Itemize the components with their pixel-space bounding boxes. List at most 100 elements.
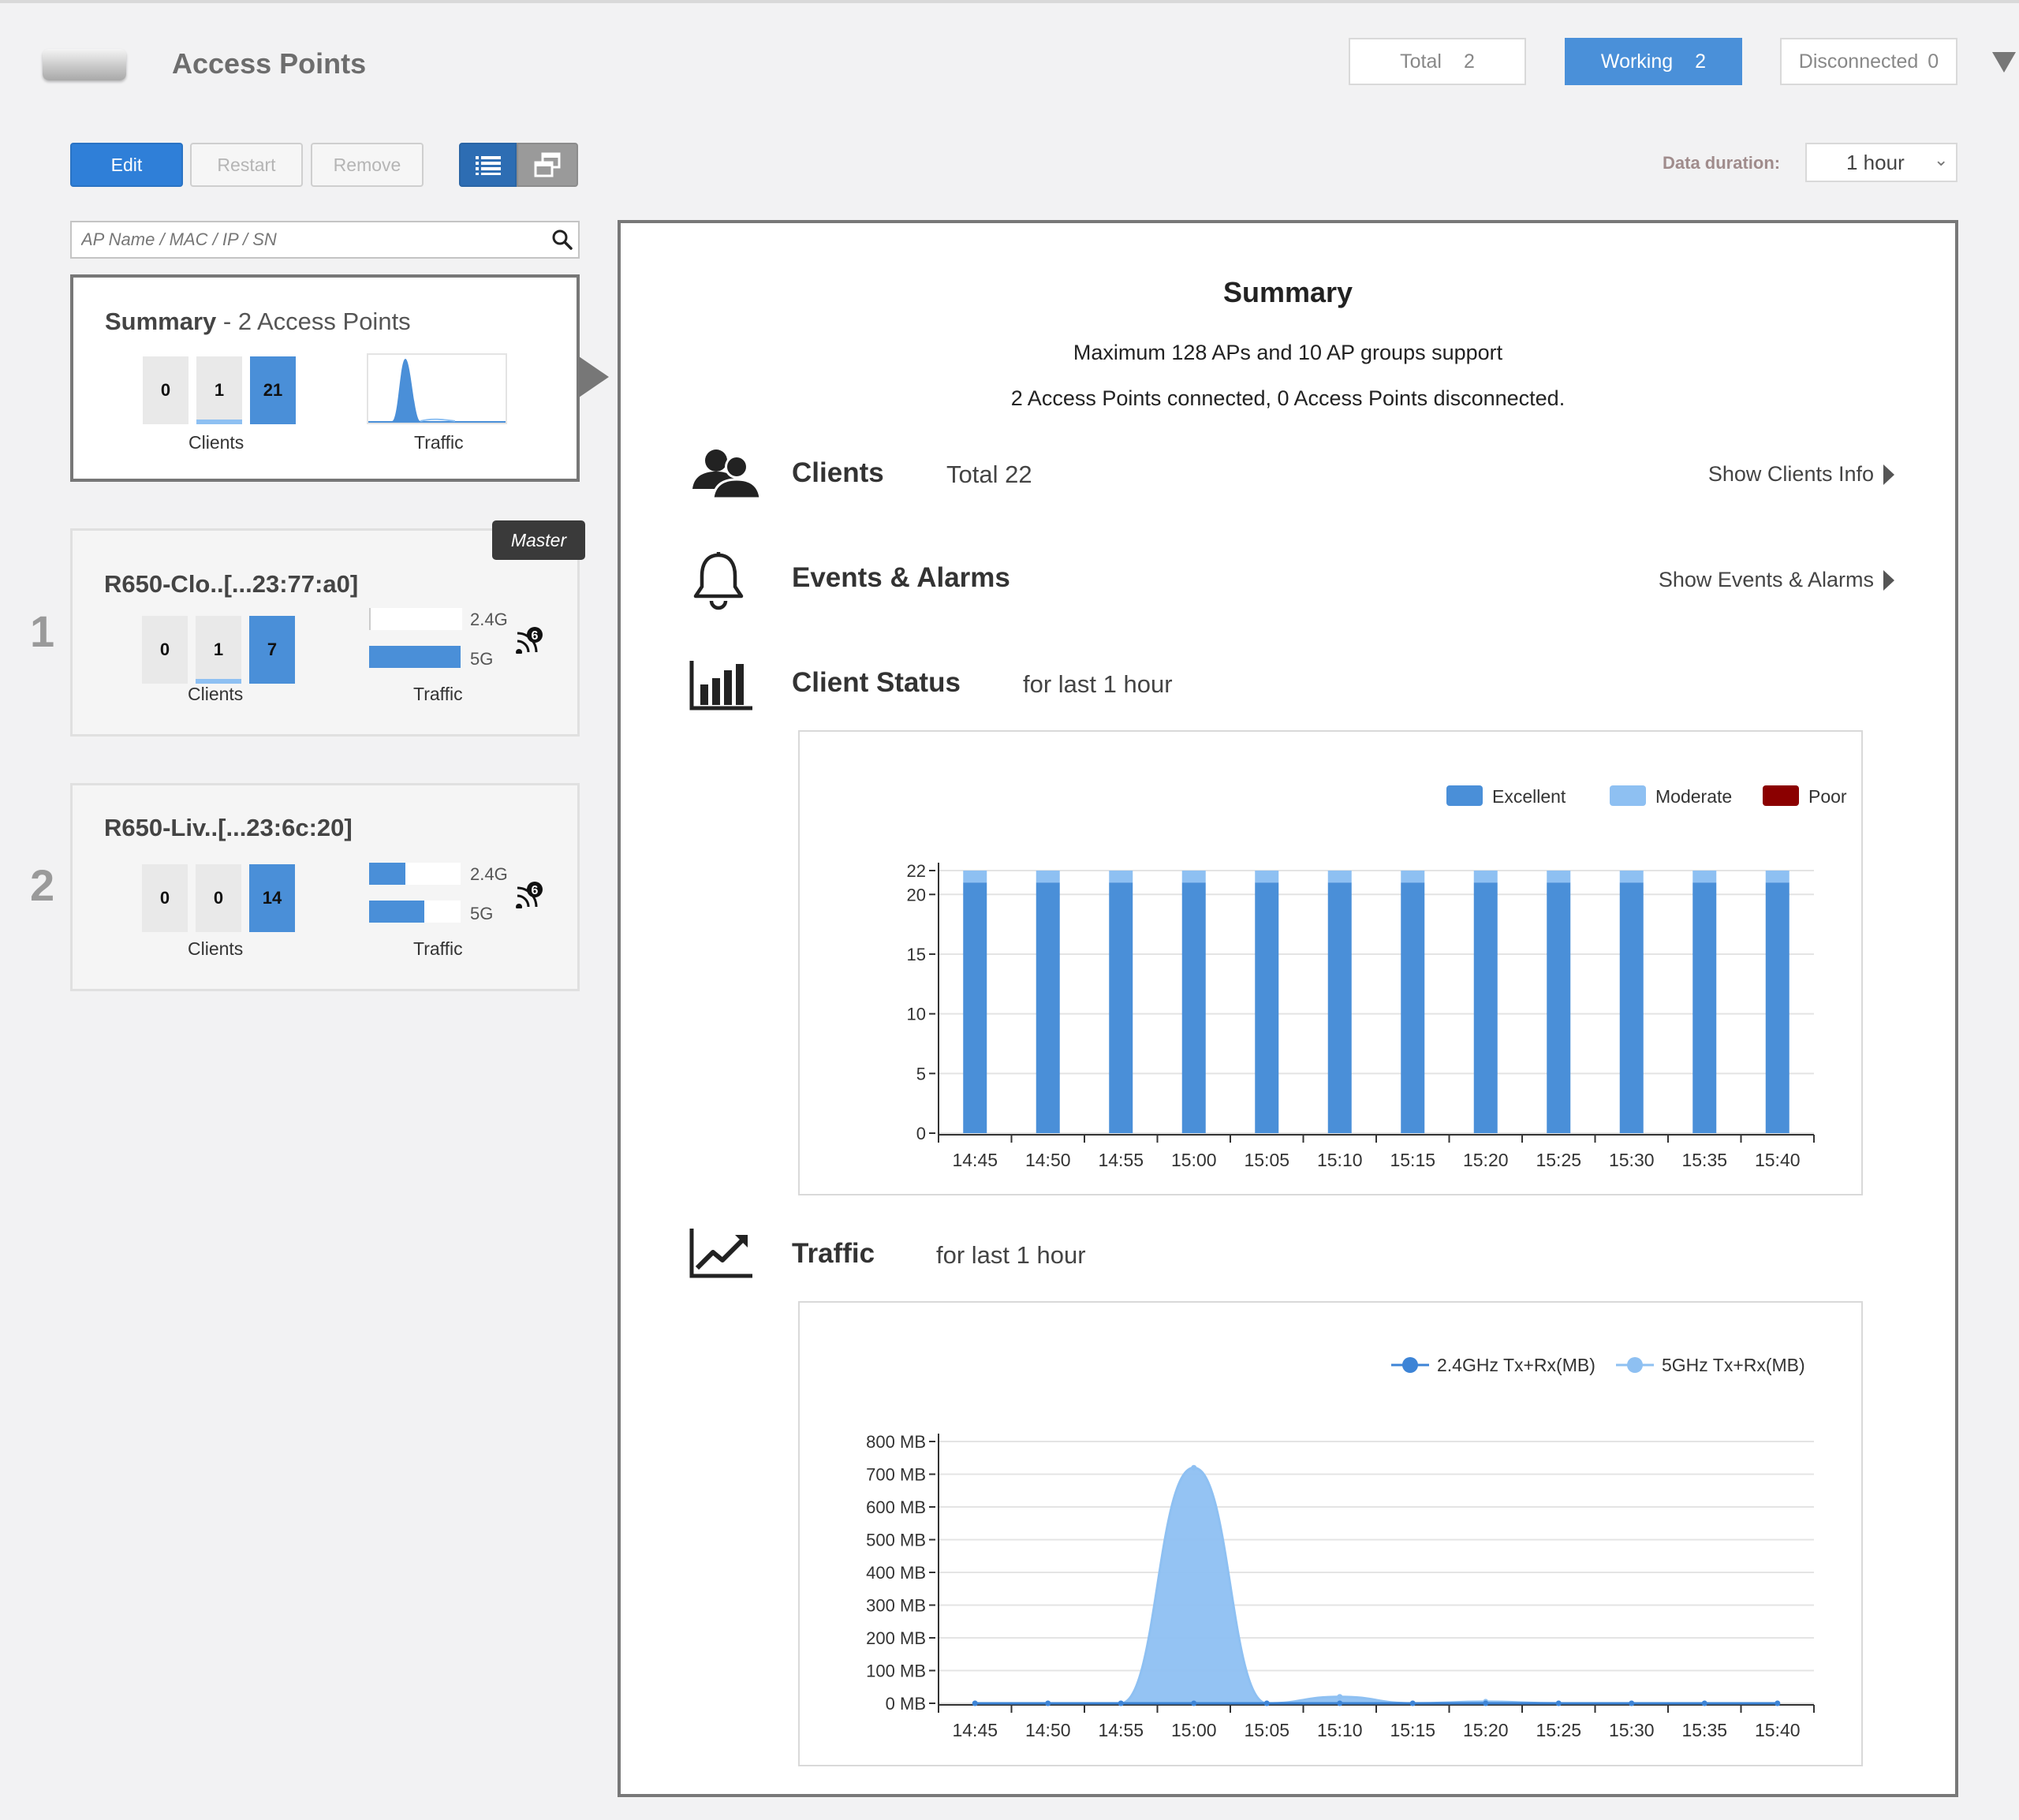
- working-label: Working: [1600, 50, 1674, 73]
- clients-excellent-count: 14: [249, 864, 295, 932]
- group-view-button[interactable]: [517, 143, 578, 187]
- legend-marker: [1627, 1357, 1643, 1373]
- list-view-button[interactable]: [459, 143, 517, 187]
- x-tick-label: 15:15: [1390, 1150, 1435, 1170]
- point-24ghz: [972, 1700, 978, 1706]
- svg-text:6: 6: [532, 629, 539, 643]
- client-status-section-title: Client Status: [792, 667, 961, 698]
- x-tick-label: 15:00: [1171, 1150, 1217, 1170]
- point-24ghz: [1263, 1700, 1270, 1706]
- remove-button[interactable]: Remove: [311, 143, 424, 187]
- y-tick-label: 0: [916, 1124, 926, 1143]
- bar-excellent: [1765, 882, 1789, 1133]
- y-tick-label: 500 MB: [866, 1531, 926, 1550]
- list-view-icon: [475, 156, 501, 175]
- bell-icon: [691, 552, 746, 614]
- clients-moderate-count: 0: [196, 864, 241, 932]
- legend-swatch: [1610, 785, 1646, 806]
- band-24-label: 2.4G: [470, 864, 508, 884]
- point-5ghz: [1337, 1694, 1343, 1700]
- show-clients-info-link[interactable]: Show Clients Info: [1708, 462, 1894, 487]
- y-tick-label: 800 MB: [866, 1432, 926, 1452]
- bar-moderate: [1692, 871, 1717, 883]
- clients-poor-count: 0: [143, 356, 188, 424]
- y-tick-label: 20: [907, 885, 926, 904]
- x-tick-label: 15:35: [1681, 1720, 1727, 1740]
- ap-row-number: 2: [30, 860, 55, 910]
- ap-row-number: 1: [30, 606, 55, 656]
- bar-excellent: [963, 882, 987, 1133]
- bar-moderate: [1473, 871, 1498, 883]
- bar-moderate: [1255, 871, 1279, 883]
- working-count: 2: [1695, 50, 1707, 73]
- band-24-traffic-fill: [369, 863, 406, 885]
- total-filter-button[interactable]: Total 2: [1349, 38, 1526, 85]
- chevron-down-icon: ⌄: [1934, 150, 1949, 170]
- summary-card[interactable]: Summary - 2 Access Points 0 1 21 Clients…: [70, 274, 580, 482]
- caret-right-icon: [1883, 464, 1894, 485]
- wifi6-icon: 6: [516, 625, 544, 658]
- clients-poor-count: 0: [142, 616, 188, 684]
- access-point-device-icon: [43, 49, 126, 80]
- search-icon[interactable]: [551, 229, 573, 255]
- point-24ghz: [1483, 1700, 1489, 1706]
- disconnected-label: Disconnected: [1798, 50, 1919, 73]
- point-24ghz: [1045, 1700, 1051, 1706]
- x-tick-label: 15:40: [1755, 1720, 1801, 1740]
- bar-moderate: [1765, 871, 1789, 883]
- client-status-chart: Excellent Moderate Poor 0 5 10 15 20 22 14:45 14:5…: [798, 730, 1863, 1195]
- x-tick-label: 15:35: [1681, 1150, 1727, 1170]
- legend-swatch: [1763, 785, 1799, 806]
- y-tick-label: 10: [907, 1005, 926, 1024]
- legend-label: 2.4GHz Tx+Rx(MB): [1437, 1355, 1595, 1375]
- client-status-subtitle: for last 1 hour: [1023, 670, 1173, 698]
- traffic-chart: 2.4GHz Tx+Rx(MB) 5GHz Tx+Rx(MB) 0 MB 100 MB…: [798, 1301, 1863, 1766]
- x-tick-label: 14:50: [1025, 1150, 1071, 1170]
- summary-card-title: Summary - 2 Access Points: [105, 308, 411, 336]
- traffic-sparkline: [367, 353, 507, 424]
- clients-label: Clients: [188, 938, 244, 959]
- y-tick-label: 400 MB: [866, 1563, 926, 1583]
- band-24-traffic-bar: [369, 863, 461, 885]
- clients-total: Total 22: [946, 461, 1032, 488]
- bar-moderate: [963, 871, 987, 883]
- traffic-subtitle: for last 1 hour: [936, 1241, 1086, 1269]
- x-tick-label: 15:05: [1244, 1720, 1289, 1740]
- traffic-label: Traffic: [413, 684, 463, 704]
- restart-button[interactable]: Restart: [190, 143, 303, 187]
- point-24ghz: [1701, 1700, 1707, 1706]
- events-section-title: Events & Alarms: [792, 562, 1010, 593]
- bar-moderate: [1327, 871, 1352, 883]
- client-status-chart-svg: Excellent Moderate Poor 0 5 10 15 20 22 14:45 14:5…: [907, 785, 1847, 1170]
- clients-section-title: Clients: [792, 457, 884, 488]
- disconnected-filter-button[interactable]: Disconnected 0: [1780, 38, 1957, 85]
- header-dropdown-icon[interactable]: [1992, 52, 2016, 73]
- edit-button[interactable]: Edit: [70, 143, 183, 187]
- bar-excellent: [1181, 882, 1206, 1133]
- working-filter-button[interactable]: Working 2: [1565, 38, 1742, 85]
- band-5-traffic-fill: [369, 646, 461, 668]
- show-events-alarms-link[interactable]: Show Events & Alarms: [1659, 568, 1894, 592]
- svg-text:6: 6: [532, 884, 539, 897]
- search-input[interactable]: [70, 221, 580, 259]
- y-tick-label: 15: [907, 945, 926, 964]
- capacity-text: Maximum 128 APs and 10 AP groups support: [1073, 341, 1503, 364]
- clients-poor-count: 0: [142, 864, 188, 932]
- x-tick-label: 14:45: [952, 1150, 998, 1170]
- x-tick-label: 15:30: [1609, 1720, 1655, 1740]
- point-24ghz: [1191, 1700, 1197, 1706]
- total-label: Total: [1400, 50, 1442, 73]
- ap-name: R650-Liv..[...23:6c:20]: [104, 814, 353, 841]
- x-tick-label: 15:25: [1536, 1150, 1581, 1170]
- ap-card[interactable]: R650-Liv..[...23:6c:20] 0 0 14 Clients 2…: [70, 783, 580, 991]
- x-tick-label: 15:15: [1390, 1720, 1435, 1740]
- x-tick-label: 15:40: [1755, 1150, 1801, 1170]
- summary-heading: Summary: [1222, 276, 1353, 308]
- clients-excellent-count: 7: [249, 616, 295, 684]
- total-count: 2: [1463, 50, 1475, 73]
- clients-excellent-count: 21: [250, 356, 296, 424]
- bar-moderate: [1401, 871, 1425, 883]
- clients-moderate-value: 1: [214, 380, 225, 400]
- point-5ghz: [1191, 1464, 1197, 1471]
- clients-moderate-count: 1: [196, 356, 242, 424]
